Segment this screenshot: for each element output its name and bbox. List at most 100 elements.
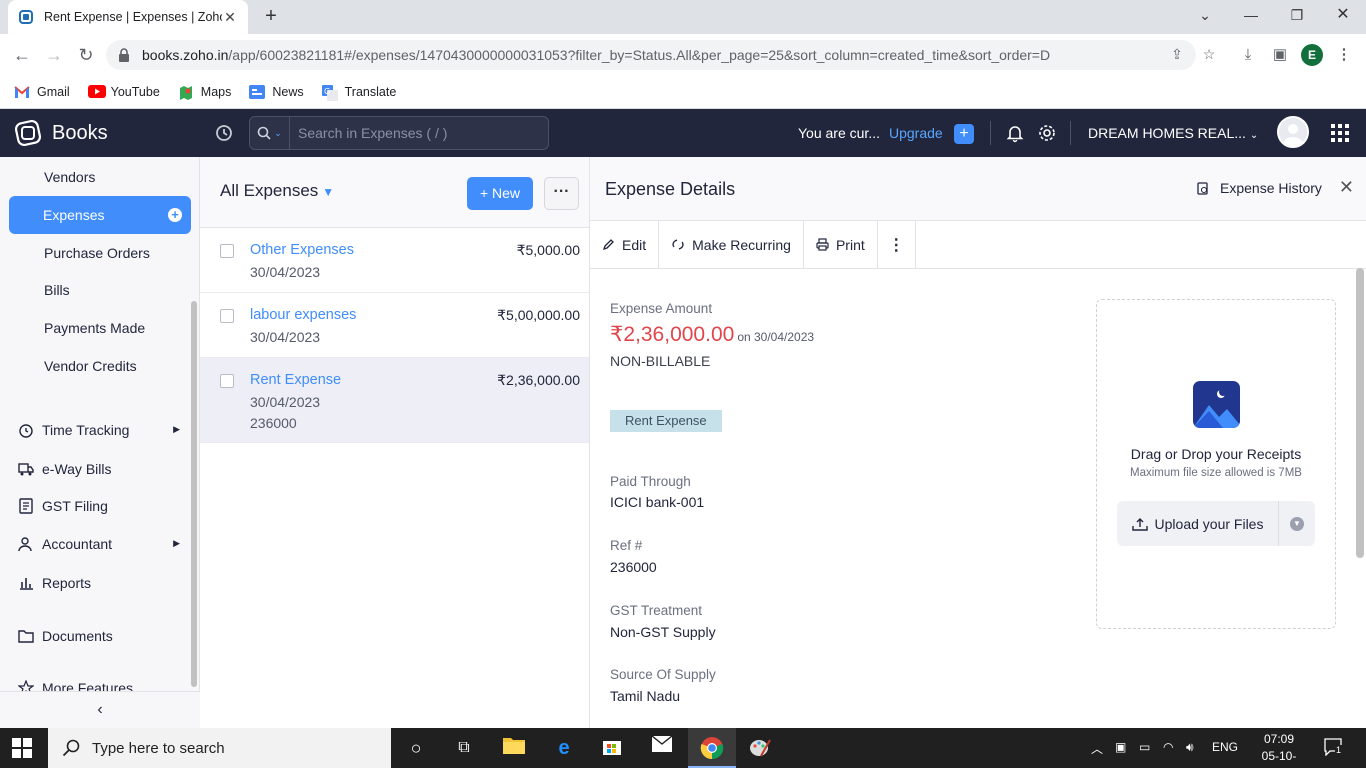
close-tab-icon[interactable]: ✕ xyxy=(222,9,238,26)
bookmark-gmail[interactable]: Gmail xyxy=(14,85,70,99)
side-panel-icon[interactable]: ▣ xyxy=(1269,44,1291,66)
sidebar-item-e-way-bills[interactable]: e-Way Bills xyxy=(0,450,190,488)
sidebar-item-vendors[interactable]: Vendors xyxy=(0,158,190,196)
sidebar-item-payments-made[interactable]: Payments Made xyxy=(0,309,190,347)
upgrade-link[interactable]: Upgrade xyxy=(889,125,943,141)
sidebar: Vendors Expenses + Purchase Orders Bills … xyxy=(0,157,200,728)
list-view-selector[interactable]: All Expenses ▼ xyxy=(220,181,334,201)
row-checkbox[interactable] xyxy=(220,244,234,258)
close-window-button[interactable]: ✕ xyxy=(1320,0,1366,30)
minimize-button[interactable]: — xyxy=(1228,0,1274,30)
organization-switcher[interactable]: DREAM HOMES REAL... ⌄ xyxy=(1088,125,1258,141)
more-actions-icon[interactable]: ⋮ xyxy=(878,221,916,268)
expense-name[interactable]: labour expenses xyxy=(250,307,356,323)
new-expense-button[interactable]: + New xyxy=(467,177,533,210)
show-hidden-icons[interactable]: ︿ xyxy=(1091,740,1103,757)
quick-create-button[interactable]: + xyxy=(954,124,974,144)
upload-icon xyxy=(1131,517,1148,531)
close-detail-icon[interactable]: ✕ xyxy=(1339,177,1354,198)
expense-reference: 236000 xyxy=(250,415,297,431)
pencil-icon xyxy=(602,239,614,251)
make-recurring-button[interactable]: Make Recurring xyxy=(659,221,804,268)
new-tab-button[interactable]: + xyxy=(258,4,284,30)
list-item-selected[interactable]: Rent Expense 30/04/2023 236000 ₹2,36,000… xyxy=(200,358,589,443)
edit-button[interactable]: Edit xyxy=(590,221,660,268)
list-item[interactable]: Other Expenses 30/04/2023 ₹5,000.00 xyxy=(200,228,589,293)
windows-start-icon[interactable] xyxy=(12,738,32,758)
browser-tab[interactable]: Rent Expense | Expenses | Zoho B ✕ xyxy=(8,0,248,34)
expense-name[interactable]: Other Expenses xyxy=(250,242,354,258)
sidebar-item-purchase-orders[interactable]: Purchase Orders xyxy=(0,234,190,272)
meet-now-icon[interactable]: ▣ xyxy=(1115,740,1126,754)
bookmark-translate[interactable]: G Translate xyxy=(321,85,396,101)
file-explorer-icon[interactable] xyxy=(502,736,526,760)
language-indicator[interactable]: ENG xyxy=(1212,740,1238,754)
app-grid-icon[interactable] xyxy=(1331,124,1349,142)
bookmark-news[interactable]: News xyxy=(249,85,304,99)
task-view-icon[interactable]: ⧉ xyxy=(452,736,476,760)
edge-icon[interactable]: e xyxy=(552,736,576,760)
receipt-dropzone[interactable]: Drag or Drop your Receipts Maximum file … xyxy=(1096,299,1336,629)
recent-history-icon[interactable] xyxy=(214,123,234,143)
reload-icon[interactable]: ↻ xyxy=(73,42,99,68)
forward-icon[interactable]: → xyxy=(41,42,67,68)
recurring-icon xyxy=(672,239,684,250)
search-icon[interactable]: ⌄ xyxy=(250,117,290,149)
row-checkbox[interactable] xyxy=(220,374,234,388)
settings-gear-icon[interactable] xyxy=(1037,123,1057,143)
search-box[interactable]: ⌄ xyxy=(249,116,549,150)
list-item[interactable]: labour expenses 30/04/2023 ₹5,00,000.00 xyxy=(200,293,589,358)
sidebar-item-expenses[interactable]: Expenses + xyxy=(9,196,191,234)
upload-files-button[interactable]: Upload your Files xyxy=(1117,501,1279,546)
expense-detail-pane: Expense Details Expense History ✕ Edit M… xyxy=(590,157,1366,728)
add-expense-icon[interactable]: + xyxy=(168,208,182,222)
bookmark-star-icon[interactable]: ☆ xyxy=(1200,46,1218,64)
share-icon[interactable]: ⇪ xyxy=(1168,46,1186,64)
download-icon[interactable]: ⤓ xyxy=(1237,44,1259,66)
expense-name[interactable]: Rent Expense xyxy=(250,372,341,388)
search-input[interactable] xyxy=(290,125,540,141)
upload-options-dropdown[interactable]: ▼ xyxy=(1279,516,1315,531)
sidebar-item-vendor-credits[interactable]: Vendor Credits xyxy=(0,347,190,385)
wifi-icon[interactable]: ◠ xyxy=(1163,740,1173,754)
trial-status-text[interactable]: You are cur... xyxy=(798,125,880,141)
books-logo-icon xyxy=(14,119,42,147)
more-options-button[interactable]: ··· xyxy=(544,177,579,210)
collapse-sidebar-button[interactable]: ‹ xyxy=(0,691,200,728)
notification-center-icon[interactable]: 1 xyxy=(1324,738,1344,759)
sidebar-item-time-tracking[interactable]: Time Tracking ▶ xyxy=(0,411,190,449)
chrome-taskbar-button[interactable] xyxy=(688,728,736,768)
taskbar-search[interactable]: Type here to search xyxy=(48,728,391,768)
sidebar-item-accountant[interactable]: Accountant ▶ xyxy=(0,525,190,563)
back-icon[interactable]: ← xyxy=(9,42,35,68)
expense-amount: ₹5,00,000.00 xyxy=(497,307,580,323)
print-button[interactable]: Print xyxy=(804,221,878,268)
sidebar-item-reports[interactable]: Reports xyxy=(0,564,190,602)
sidebar-item-gst-filing[interactable]: GST Filing xyxy=(0,487,190,525)
mail-icon[interactable] xyxy=(650,735,674,760)
row-checkbox[interactable] xyxy=(220,309,234,323)
sidebar-item-bills[interactable]: Bills xyxy=(0,271,190,309)
paint-app-icon[interactable] xyxy=(748,736,772,760)
sidebar-item-documents[interactable]: Documents xyxy=(0,617,190,655)
volume-icon[interactable]: 🔊︎ xyxy=(1186,740,1194,755)
cortana-icon[interactable]: ○ xyxy=(404,736,428,760)
ref-label: Ref # xyxy=(610,538,643,553)
sidebar-scrollbar[interactable] xyxy=(191,301,197,687)
restore-button[interactable]: ❐ xyxy=(1274,0,1320,30)
profile-avatar[interactable]: E xyxy=(1301,44,1323,66)
system-clock[interactable]: 07:0905-10-2023 xyxy=(1253,731,1305,768)
store-icon[interactable] xyxy=(600,736,624,760)
bookmark-youtube[interactable]: YouTube xyxy=(87,85,160,99)
tab-search-icon[interactable]: ⌄ xyxy=(1182,0,1228,30)
expense-history-button[interactable]: Expense History xyxy=(1197,180,1322,196)
books-logo[interactable]: Books xyxy=(14,119,108,147)
user-avatar[interactable] xyxy=(1277,116,1309,148)
battery-icon[interactable]: ▭ xyxy=(1139,740,1150,754)
notifications-bell-icon[interactable] xyxy=(1005,123,1025,143)
bookmark-maps[interactable]: Maps xyxy=(178,85,231,100)
detail-scrollbar[interactable] xyxy=(1356,268,1364,558)
receipt-image-icon xyxy=(1193,381,1240,428)
chrome-menu-icon[interactable]: ⋮ xyxy=(1333,44,1355,66)
omnibox[interactable]: books.zoho.in/app/60023821181#/expenses/… xyxy=(106,40,1215,70)
